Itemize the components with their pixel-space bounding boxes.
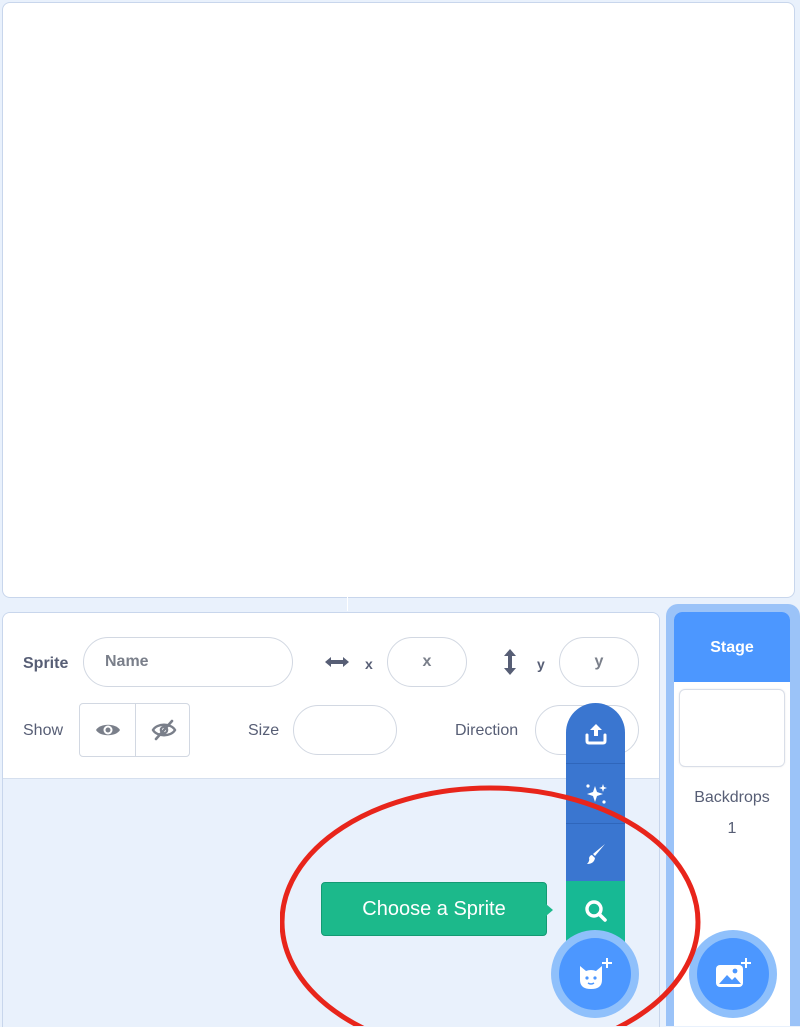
show-label: Show	[23, 722, 64, 739]
size-label: Size	[248, 722, 280, 739]
visibility-toggle	[79, 703, 190, 757]
annotation-red-ellipse	[280, 785, 701, 1026]
stage-divider	[347, 597, 348, 611]
stage-title: Stage	[674, 612, 790, 682]
backdrop-image-plus-icon	[716, 958, 751, 987]
upload-icon	[585, 724, 606, 745]
direction-label: Direction	[455, 722, 519, 739]
stage-canvas[interactable]	[2, 2, 795, 598]
sprite-name-input[interactable]: Name	[83, 637, 293, 687]
eye-icon	[95, 724, 120, 736]
size-input[interactable]	[293, 705, 397, 755]
x-arrows-icon	[325, 657, 349, 667]
hide-sprite-button[interactable]	[136, 704, 189, 756]
upload-sprite-button[interactable]	[566, 703, 625, 763]
choose-backdrop-button[interactable]	[697, 938, 769, 1010]
sprite-properties: Sprite Name x x y y Show Size Direction	[3, 613, 659, 779]
y-arrows-icon	[504, 649, 516, 675]
x-input[interactable]: x	[387, 637, 467, 687]
eye-slash-icon	[151, 719, 176, 741]
show-sprite-button[interactable]	[80, 704, 135, 756]
sprite-label: Sprite	[23, 655, 69, 672]
y-label: y	[537, 656, 545, 672]
x-label: x	[365, 656, 373, 672]
y-input[interactable]: y	[559, 637, 639, 687]
backdrop-thumbnail[interactable]	[679, 689, 785, 767]
